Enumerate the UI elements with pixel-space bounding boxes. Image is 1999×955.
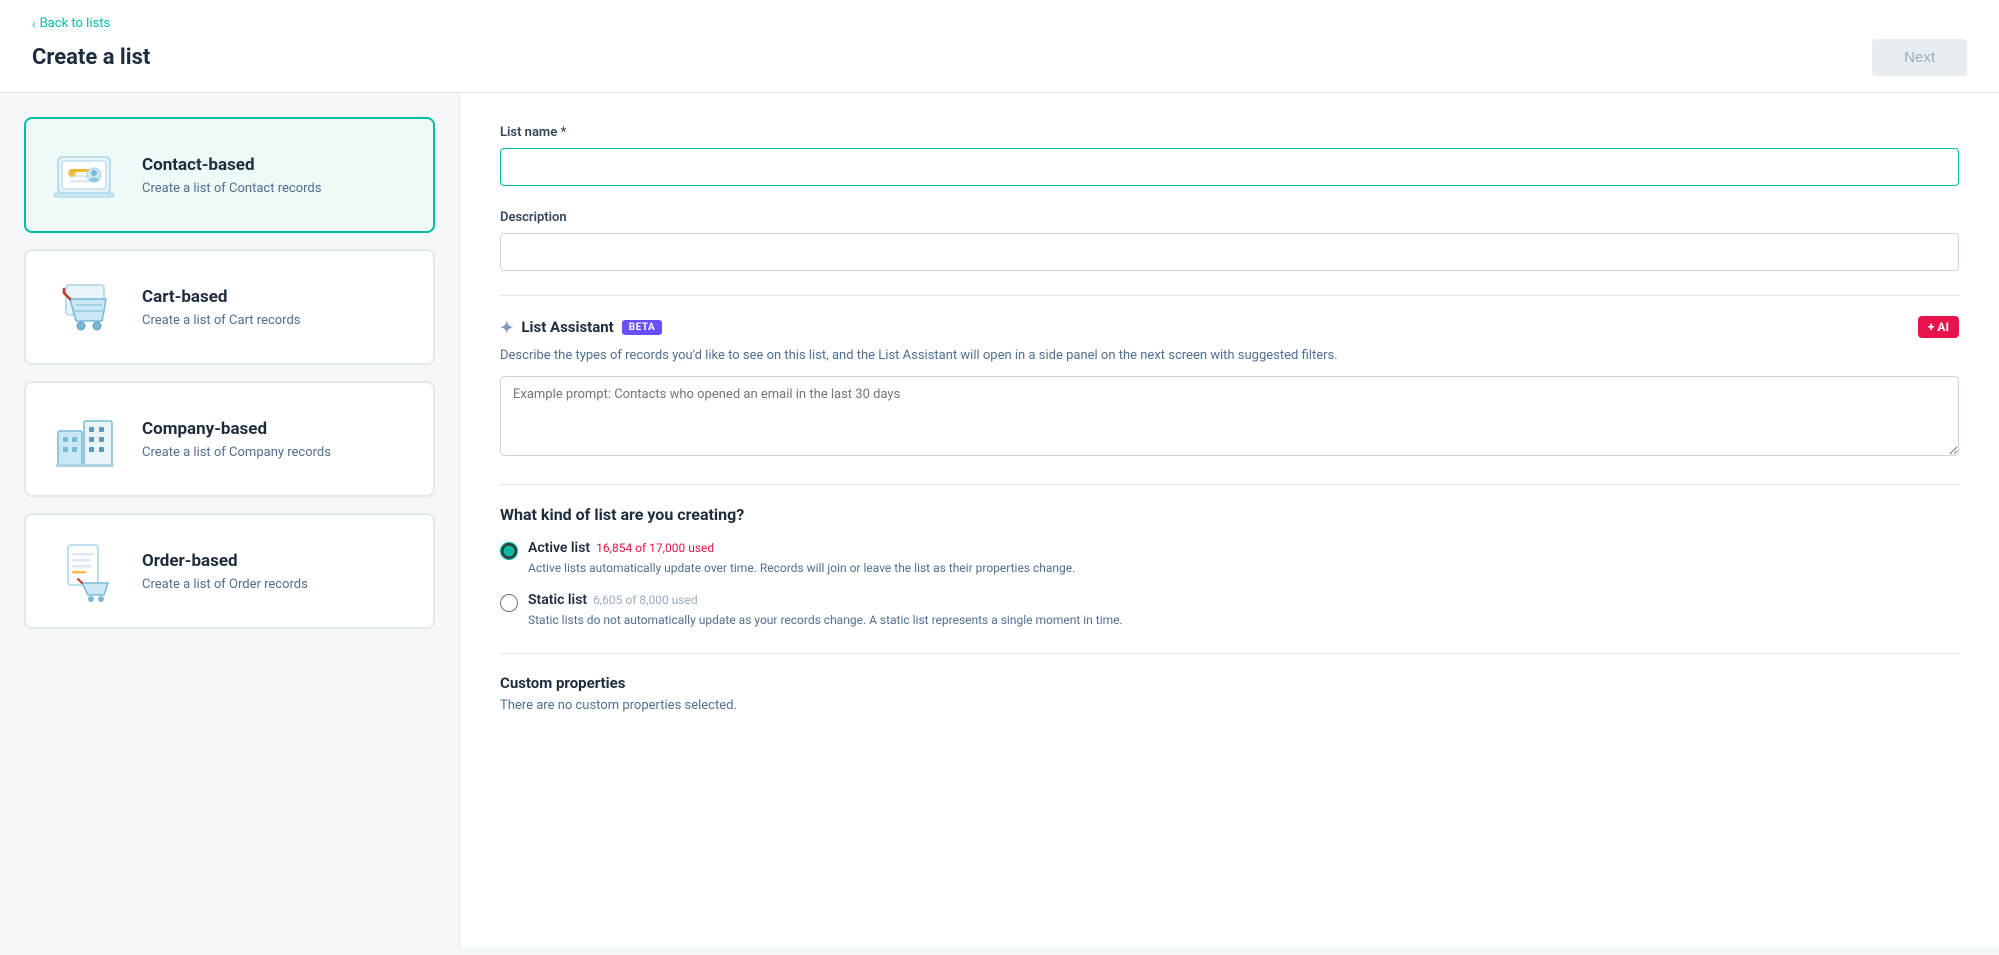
static-list-radio[interactable]: [500, 594, 518, 612]
company-based-text: Company-based Create a list of Company r…: [142, 419, 331, 460]
next-button[interactable]: Next: [1872, 39, 1967, 76]
contact-based-text: Contact-based Create a list of Contact r…: [142, 155, 321, 196]
static-list-content: Static list 6,605 of 8,000 used Static l…: [528, 592, 1123, 629]
description-input[interactable]: [500, 233, 1959, 271]
divider-2: [500, 484, 1959, 485]
custom-properties-section: Custom properties There are no custom pr…: [500, 674, 1959, 713]
page-header: ‹ Back to lists Create a list Next: [0, 0, 1999, 93]
page-title: Create a list: [32, 45, 150, 70]
order-based-card[interactable]: Order-based Create a list of Order recor…: [24, 513, 435, 629]
company-based-card[interactable]: Company-based Create a list of Company r…: [24, 381, 435, 497]
list-kind-title: What kind of list are you creating?: [500, 505, 1959, 524]
cart-based-text: Cart-based Create a list of Cart records: [142, 287, 301, 328]
active-list-option: Active list 16,854 of 17,000 used Active…: [500, 540, 1959, 577]
sparkle-icon: ✦: [500, 318, 513, 337]
active-list-usage: 16,854 of 17,000 used: [596, 541, 714, 555]
active-list-label-text: Active list: [528, 540, 590, 556]
back-link-label: Back to lists: [40, 16, 111, 31]
list-assistant-section: ✦ List Assistant BETA + AI Describe the …: [500, 316, 1959, 460]
contact-based-title: Contact-based: [142, 155, 321, 175]
static-list-label-text: Static list: [528, 592, 587, 608]
order-based-icon: [50, 535, 122, 607]
beta-badge: BETA: [622, 320, 663, 335]
cart-based-icon: [50, 271, 122, 343]
description-field-group: Description: [500, 210, 1959, 271]
assistant-title-text: List Assistant: [521, 318, 613, 336]
list-kind-section: What kind of list are you creating? Acti…: [500, 505, 1959, 630]
contact-based-card[interactable]: Contact-based Create a list of Contact r…: [24, 117, 435, 233]
contact-based-icon: [50, 139, 122, 211]
assistant-header: ✦ List Assistant BETA + AI: [500, 316, 1959, 338]
order-based-title: Order-based: [142, 551, 308, 571]
left-panel: Contact-based Create a list of Contact r…: [0, 93, 460, 948]
active-list-desc: Active lists automatically update over t…: [528, 560, 1075, 577]
header-row: Create a list Next: [32, 39, 1967, 76]
list-name-input[interactable]: [500, 148, 1959, 186]
static-list-usage: 6,605 of 8,000 used: [593, 593, 698, 607]
cart-based-desc: Create a list of Cart records: [142, 313, 301, 328]
assistant-textarea[interactable]: [500, 376, 1959, 456]
company-based-icon: [50, 403, 122, 475]
list-name-label: List name *: [500, 125, 1959, 140]
main-content: Contact-based Create a list of Contact r…: [0, 93, 1999, 948]
active-list-radio[interactable]: [500, 542, 518, 560]
assistant-title-group: ✦ List Assistant BETA: [500, 318, 662, 337]
static-list-desc: Static lists do not automatically update…: [528, 612, 1123, 629]
order-based-text: Order-based Create a list of Order recor…: [142, 551, 308, 592]
divider-3: [500, 653, 1959, 654]
assistant-description: Describe the types of records you'd like…: [500, 346, 1959, 366]
active-list-content: Active list 16,854 of 17,000 used Active…: [528, 540, 1075, 577]
active-list-label: Active list 16,854 of 17,000 used: [528, 540, 1075, 556]
static-list-option: Static list 6,605 of 8,000 used Static l…: [500, 592, 1959, 629]
divider: [500, 295, 1959, 296]
right-panel: List name * Description ✦ List Assistant…: [460, 93, 1999, 948]
custom-props-desc: There are no custom properties selected.: [500, 698, 1959, 713]
ai-badge-text: + AI: [1928, 320, 1949, 334]
company-based-desc: Create a list of Company records: [142, 445, 331, 460]
custom-props-title: Custom properties: [500, 674, 1959, 692]
radio-group: Active list 16,854 of 17,000 used Active…: [500, 540, 1959, 630]
company-based-title: Company-based: [142, 419, 331, 439]
cart-based-title: Cart-based: [142, 287, 301, 307]
back-to-lists-link[interactable]: ‹ Back to lists: [32, 16, 1967, 31]
cart-based-card[interactable]: Cart-based Create a list of Cart records: [24, 249, 435, 365]
description-label: Description: [500, 210, 1959, 225]
contact-based-desc: Create a list of Contact records: [142, 181, 321, 196]
ai-badge[interactable]: + AI: [1918, 316, 1959, 338]
static-list-label: Static list 6,605 of 8,000 used: [528, 592, 1123, 608]
order-based-desc: Create a list of Order records: [142, 577, 308, 592]
chevron-left-icon: ‹: [32, 17, 36, 31]
list-name-field-group: List name *: [500, 125, 1959, 186]
